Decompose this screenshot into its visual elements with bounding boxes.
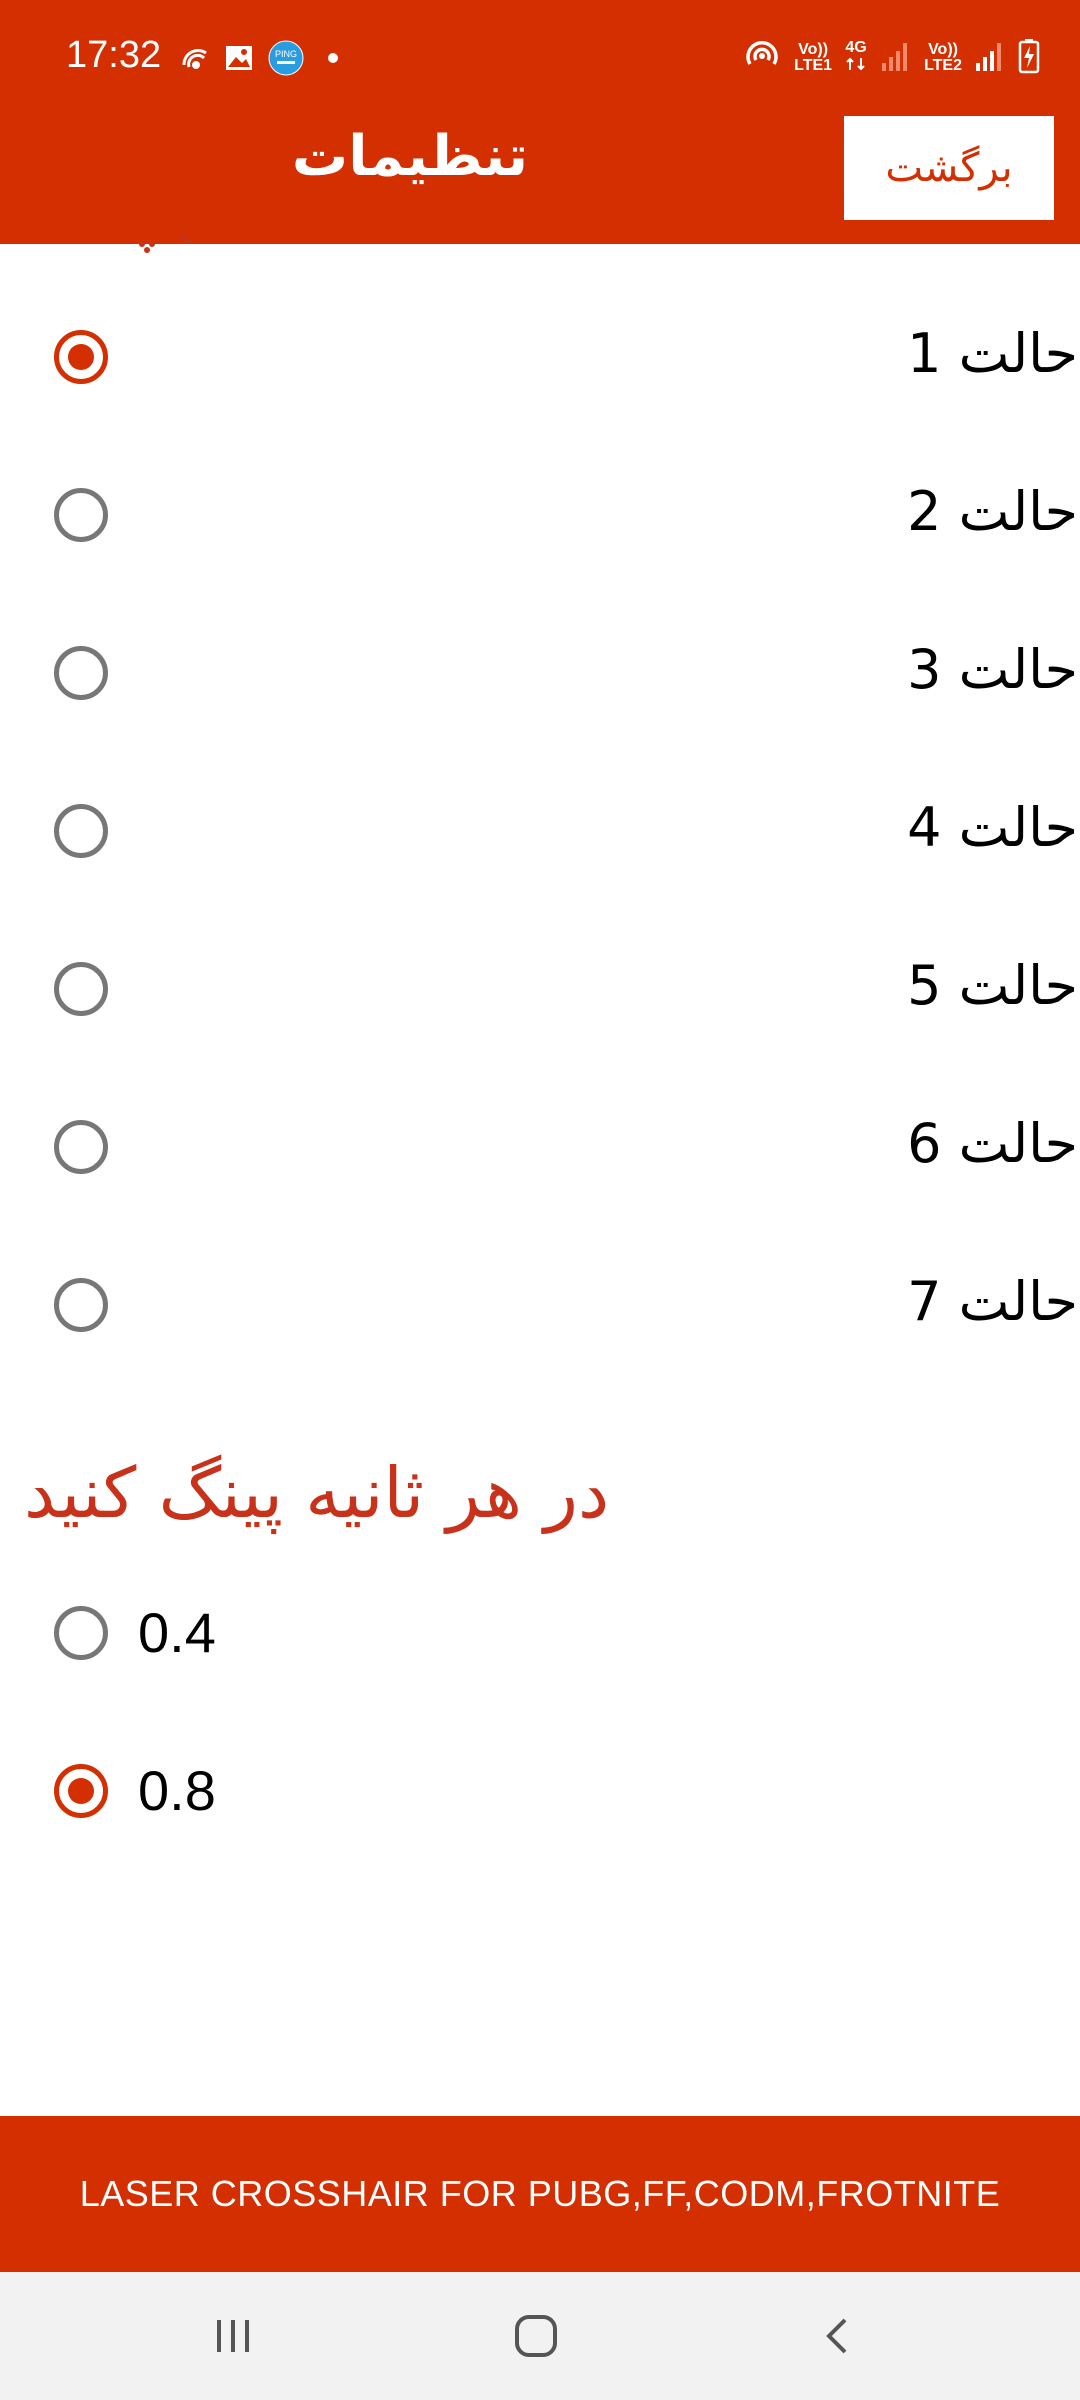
radio-button[interactable]: [54, 1606, 108, 1660]
promo-banner[interactable]: LASER CROSSHAIR FOR PUBG,FF,CODM,FROTNIT…: [0, 2116, 1080, 2272]
ping-app-icon: PING: [268, 40, 304, 80]
ping-option-label: 0.8: [138, 1759, 216, 1822]
mode-option-label: حالت 4: [907, 796, 1078, 859]
4g-icon: 4G: [844, 40, 868, 76]
hotspot-icon: [742, 36, 782, 80]
promo-banner-text: LASER CROSSHAIR FOR PUBG,FF,CODM,FROTNIT…: [79, 2173, 1001, 2214]
volte-lte2-icon: Vo)) LTE2: [924, 42, 962, 74]
volte2-top-label: Vo)): [928, 41, 958, 58]
status-bar: 17:32 PING Vo)) LTE1 4G Vo)) LTE2: [0, 0, 1080, 110]
radio-button[interactable]: [54, 646, 108, 700]
app-bar: تنظیمات برگشت: [0, 110, 1080, 244]
back-button[interactable]: برگشت: [844, 116, 1054, 220]
signal-sim1-icon: [880, 39, 912, 77]
mode-option-5[interactable]: حالت 5: [0, 910, 1080, 1068]
radio-button-checked[interactable]: [54, 330, 108, 384]
radio-button[interactable]: [54, 962, 108, 1016]
volte-lte1-icon: Vo)) LTE1: [794, 42, 832, 74]
dot-icon: [318, 43, 348, 77]
back-icon[interactable]: [804, 2304, 874, 2368]
mode-option-label: حالت 6: [907, 1112, 1078, 1175]
radio-button[interactable]: [54, 1120, 108, 1174]
radio-button[interactable]: [54, 804, 108, 858]
home-icon[interactable]: [501, 2304, 571, 2368]
svg-text:PING: PING: [275, 49, 297, 59]
mode-option-4[interactable]: حالت 4: [0, 752, 1080, 910]
previous-section-header-clipped: [120, 236, 200, 266]
ping-option-0-8[interactable]: 0.8: [0, 1712, 1080, 1870]
recent-apps-icon[interactable]: [198, 2304, 268, 2368]
radio-button[interactable]: [54, 488, 108, 542]
ping-option-0-4[interactable]: 0.4: [0, 1554, 1080, 1712]
mode-option-label: حالت 1: [907, 322, 1078, 385]
status-time: 17:32: [66, 34, 162, 76]
mode-option-7[interactable]: حالت 7: [0, 1226, 1080, 1384]
mode-option-label: حالت 2: [907, 480, 1078, 543]
mode-option-6[interactable]: حالت 6: [0, 1068, 1080, 1226]
system-nav-bar: [0, 2272, 1080, 2400]
signal-sim2-icon: [974, 39, 1006, 77]
gallery-icon: [224, 43, 254, 77]
network-activity-icon: [180, 43, 210, 77]
net-type-label: 4G: [845, 39, 867, 56]
ping-option-label: 0.4: [138, 1601, 216, 1664]
mode-option-label: حالت 5: [907, 954, 1078, 1017]
volte1-bottom-label: LTE1: [794, 57, 833, 74]
mode-option-2[interactable]: حالت 2: [0, 436, 1080, 594]
mode-option-label: حالت 3: [907, 638, 1078, 701]
radio-button[interactable]: [54, 1278, 108, 1332]
status-right-icons: Vo)) LTE1 4G Vo)) LTE2: [742, 36, 1040, 80]
volte2-bottom-label: LTE2: [924, 57, 962, 74]
battery-charging-icon: [1018, 38, 1040, 78]
volte1-top-label: Vo)): [798, 41, 829, 58]
ping-section-title-text: در هر ثانیه پینگ کنید: [24, 1452, 610, 1534]
status-left-icons: PING: [180, 40, 348, 80]
mode-option-label: حالت 7: [907, 1270, 1078, 1333]
page-title: تنظیمات: [291, 124, 529, 189]
radio-button-checked[interactable]: [54, 1764, 108, 1818]
mode-option-1[interactable]: حالت 1: [0, 278, 1080, 436]
mode-option-3[interactable]: حالت 3: [0, 594, 1080, 752]
